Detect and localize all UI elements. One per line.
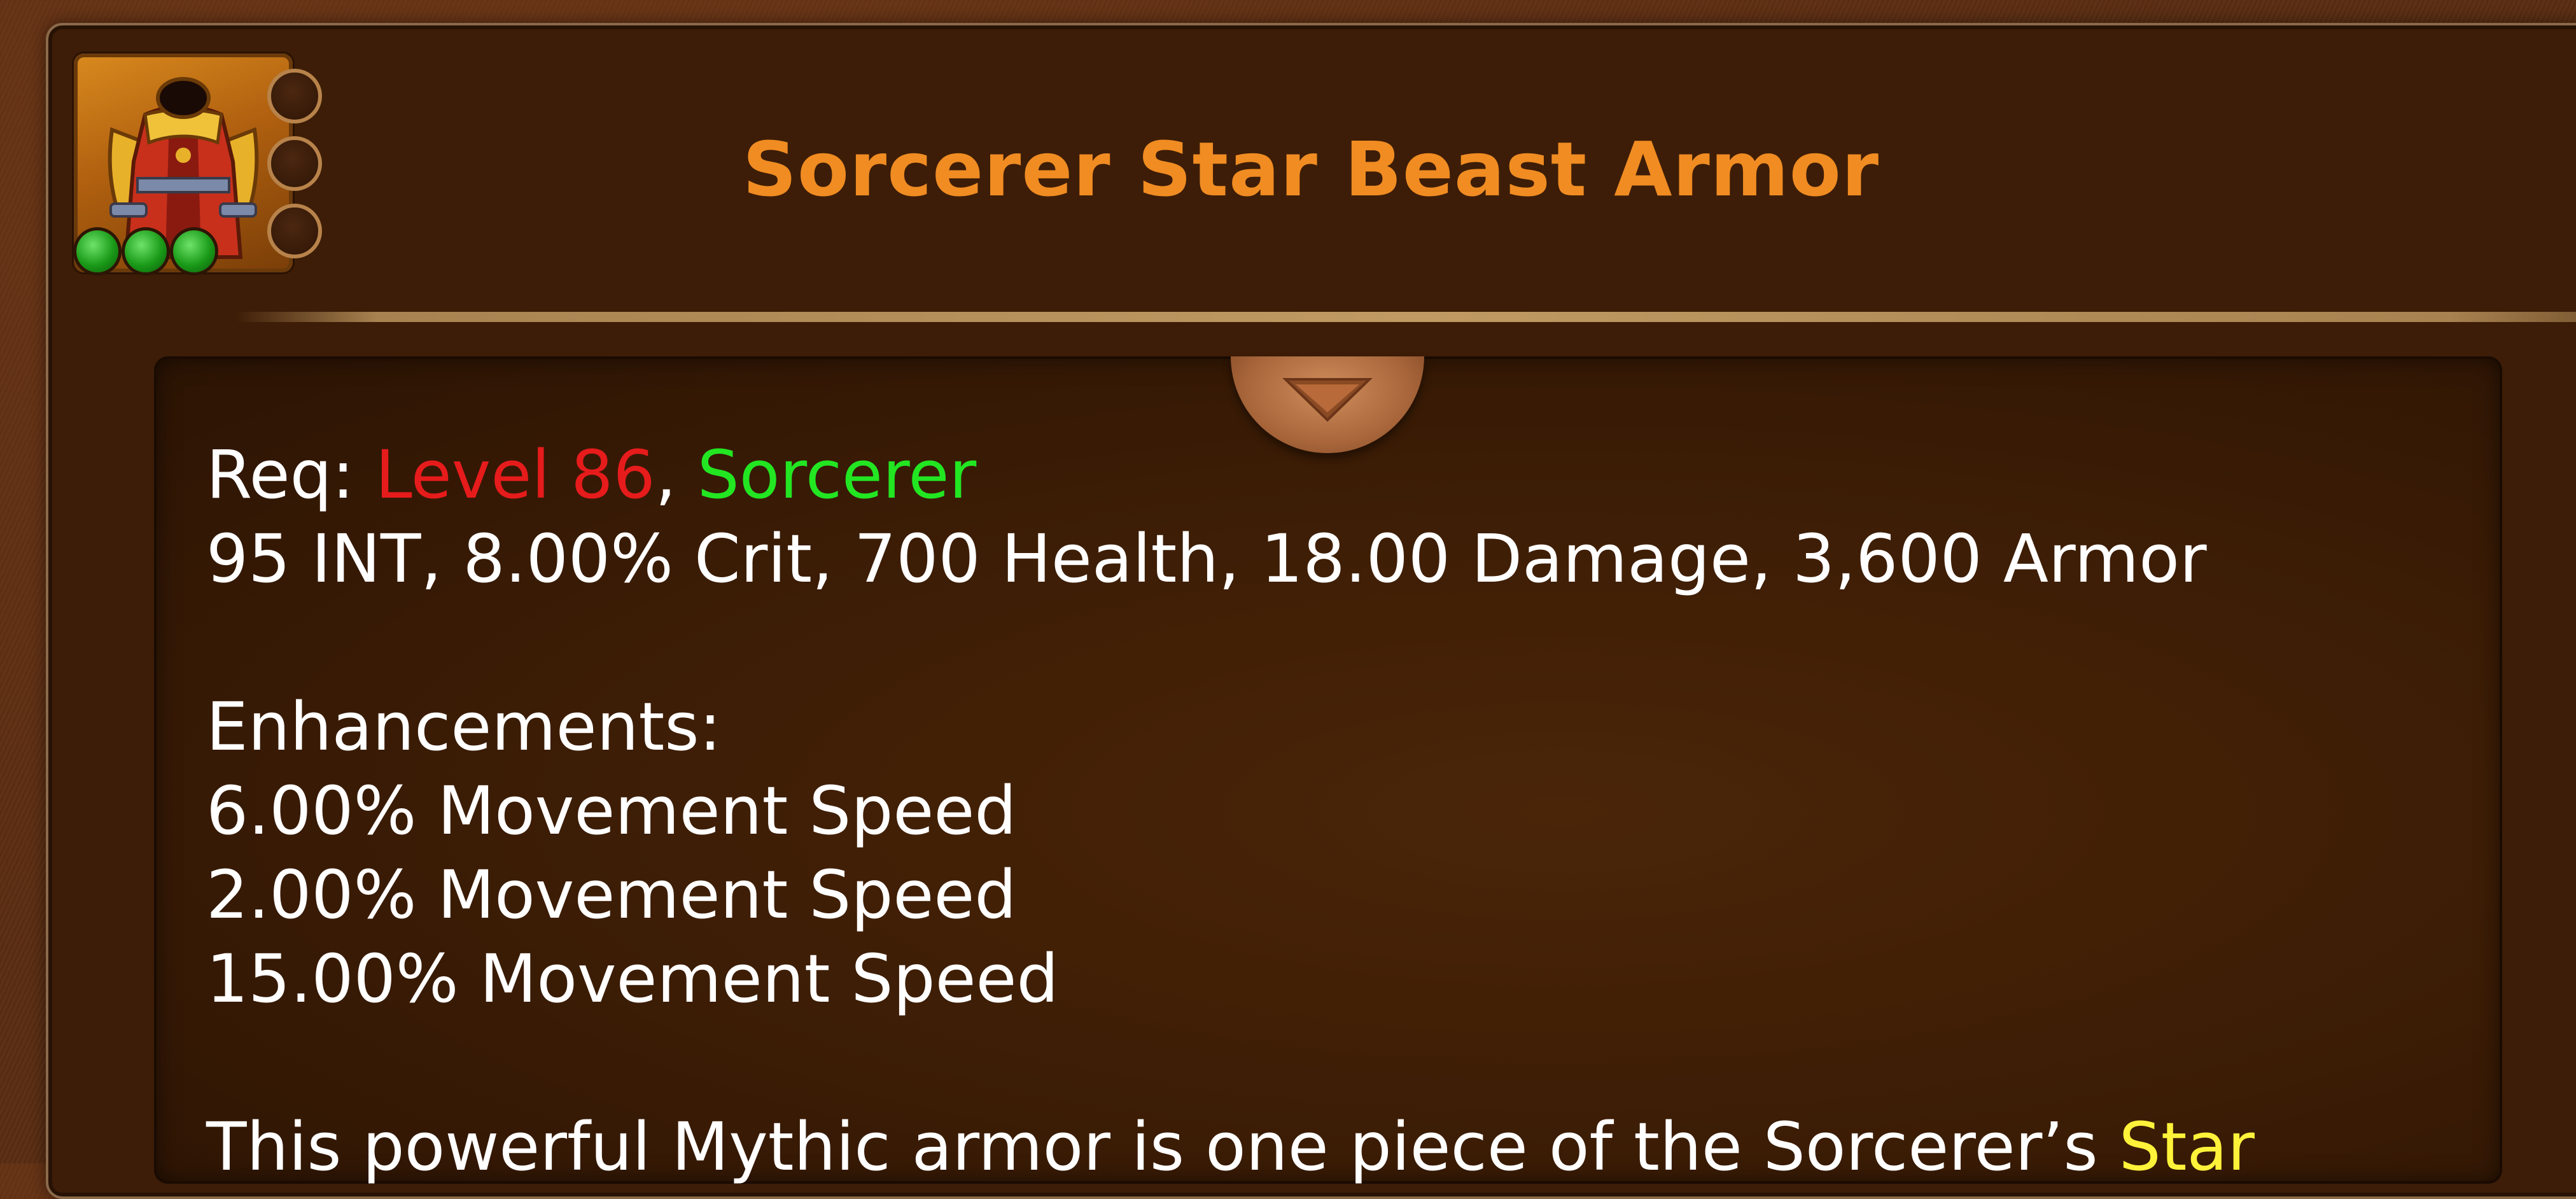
- chevron-down-icon: [1282, 378, 1373, 422]
- item-details-text: Req: Level 86, Sorcerer 95 INT, 8.00% Cr…: [206, 433, 2472, 1189]
- item-set-link[interactable]: Star: [2119, 1108, 2255, 1186]
- stats-line: 95 INT, 8.00% Crit, 700 Health, 18.00 Da…: [206, 520, 2207, 598]
- description-text: This powerful Mythic armor is one piece …: [206, 1108, 2119, 1186]
- item-title: Sorcerer Star Beast Armor: [742, 125, 1880, 213]
- enhancements-header: Enhancements:: [206, 688, 722, 766]
- gem-filled-icon: [125, 230, 167, 272]
- requirement-separator: ,: [655, 436, 697, 514]
- level-requirement: Level 86: [375, 436, 655, 514]
- enhancement-item: 2.00% Movement Speed: [206, 856, 1017, 934]
- class-requirement: Sorcerer: [697, 436, 977, 514]
- gem-filled-icon: [173, 230, 215, 272]
- gem-filled-icon: [76, 230, 118, 272]
- enhancement-item: 15.00% Movement Speed: [206, 940, 1059, 1018]
- title-divider: [235, 312, 2576, 322]
- empty-socket-icon: [267, 204, 322, 258]
- empty-socket-icon: [267, 69, 322, 123]
- empty-socket-icon: [267, 136, 322, 191]
- requirement-line: Req: Level 86, Sorcerer: [206, 433, 2472, 517]
- enhancement-item: 6.00% Movement Speed: [206, 772, 1017, 850]
- description-line: This powerful Mythic armor is one piece …: [206, 1105, 2472, 1189]
- requirement-label: Req:: [206, 436, 375, 514]
